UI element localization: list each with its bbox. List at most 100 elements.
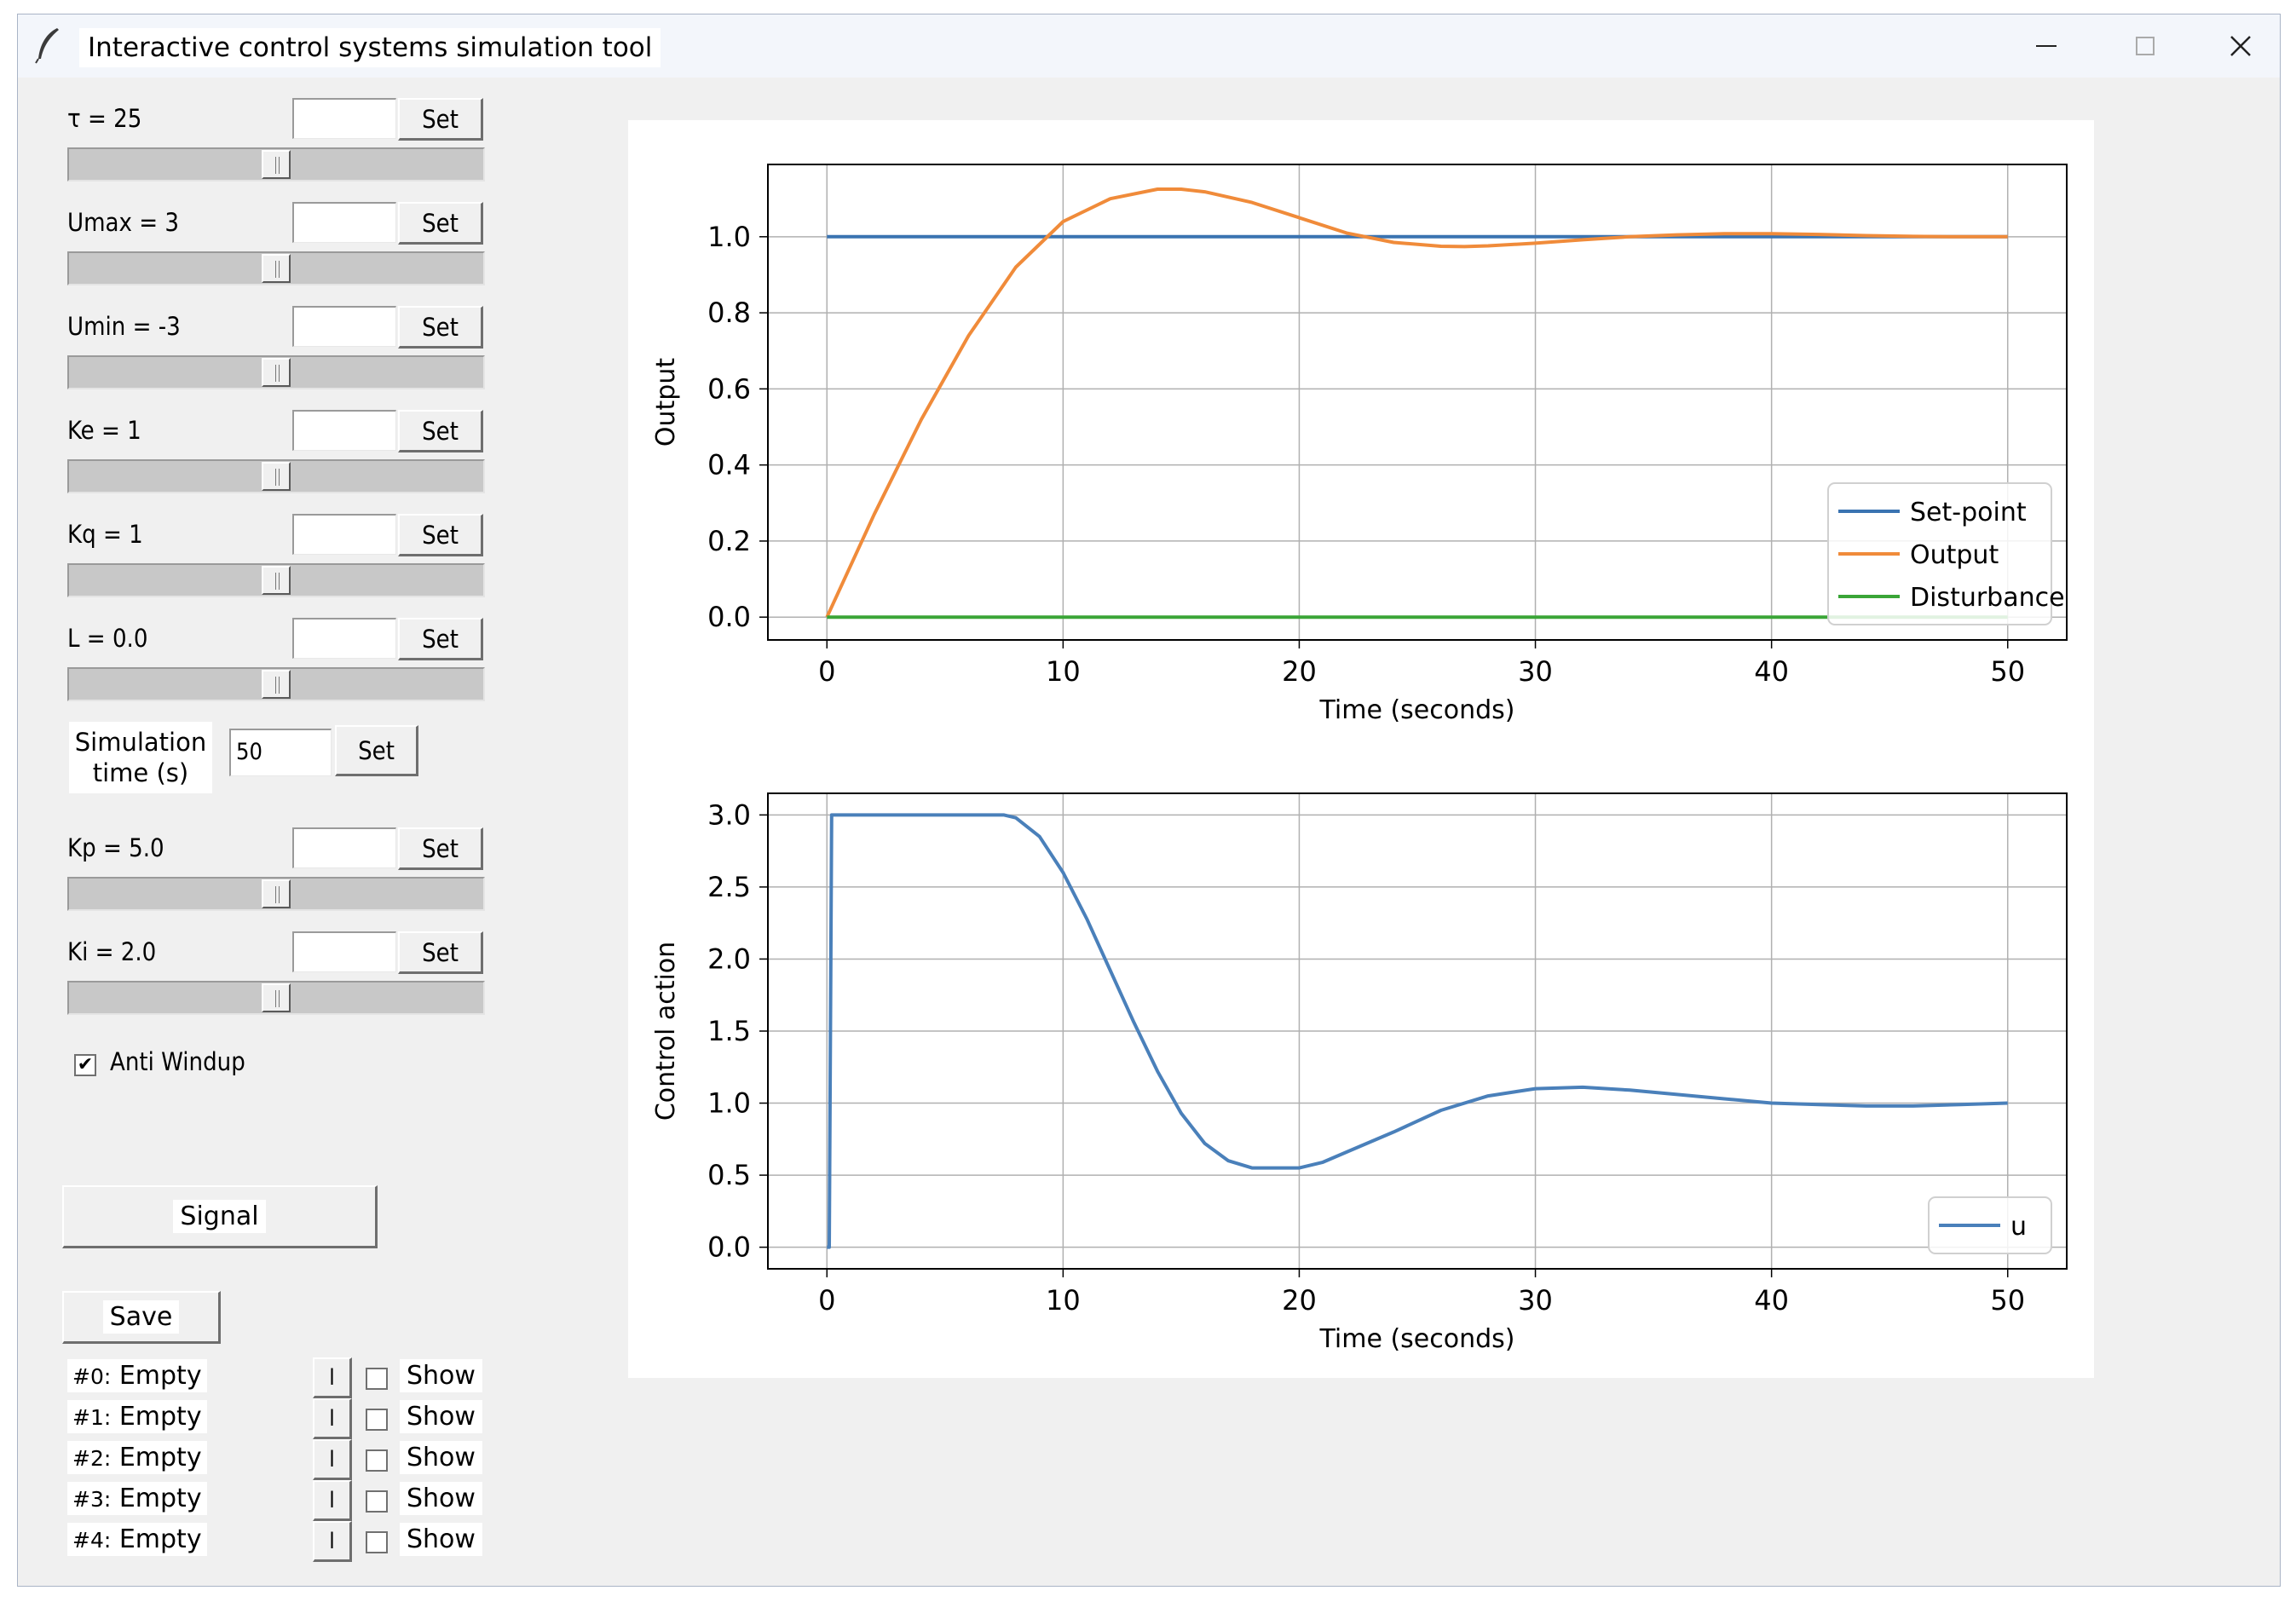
y-tick-label: 0.5 [707, 1159, 751, 1191]
slider-kq[interactable] [67, 563, 485, 597]
x-tick-label: 30 [1518, 655, 1553, 688]
slider-ke[interactable] [67, 459, 485, 493]
param-entry-tau[interactable] [292, 98, 396, 139]
x-axis-label: Time (seconds) [1319, 1324, 1515, 1354]
slider-l[interactable] [67, 667, 485, 701]
slot-show-checkbox[interactable] [366, 1490, 388, 1513]
x-tick-label: 0 [818, 1284, 835, 1317]
close-button[interactable] [2207, 23, 2275, 69]
slot-label: #2: Empty [67, 1441, 207, 1474]
signal-button-label: Signal [173, 1200, 266, 1233]
x-tick-label: 20 [1282, 1284, 1317, 1317]
y-axis-label: Control action [651, 942, 681, 1121]
param-entry-kq[interactable] [292, 514, 396, 555]
param-entry-umin[interactable] [292, 306, 396, 347]
param-label-umax: Umax = 3 [67, 208, 179, 237]
param-label-ki: Ki = 2.0 [67, 937, 157, 966]
y-tick-label: 1.0 [707, 221, 751, 253]
slot-load-button[interactable]: l [313, 1357, 352, 1398]
param-entry-ki[interactable] [292, 931, 396, 972]
slider-thumb[interactable] [262, 358, 291, 387]
slider-thumb[interactable] [262, 879, 291, 908]
x-tick-label: 50 [1990, 655, 2025, 688]
slider-thumb[interactable] [262, 670, 291, 699]
feather-icon [35, 28, 59, 64]
slot-load-button[interactable]: l [313, 1398, 352, 1439]
y-tick-label: 0.6 [707, 372, 751, 405]
set-button-kq[interactable]: Set [398, 514, 483, 556]
slot-value: Empty [118, 1524, 202, 1554]
legend-label: Set-point [1910, 498, 2027, 527]
simulation-time-label: Simulation time (s) [69, 722, 212, 793]
slot-show-label: Show [400, 1523, 482, 1556]
slider-ki[interactable] [67, 981, 485, 1015]
close-icon [2230, 36, 2251, 56]
maximize-button[interactable] [2111, 23, 2179, 69]
slot-label: #4: Empty [67, 1523, 207, 1556]
y-tick-label: 2.5 [707, 871, 751, 903]
set-button-kp[interactable]: Set [398, 827, 483, 870]
maximize-icon [2136, 37, 2155, 55]
slot-load-button[interactable]: l [313, 1521, 352, 1562]
param-entry-kp[interactable] [292, 827, 396, 868]
slider-umin[interactable] [67, 355, 485, 389]
param-entry-l[interactable] [292, 618, 396, 659]
slot-label: #0: Empty [67, 1359, 207, 1392]
x-tick-label: 40 [1754, 1284, 1789, 1317]
slot-show-label: Show [400, 1441, 482, 1474]
legend-label: Output [1910, 540, 1999, 570]
x-tick-label: 10 [1046, 655, 1081, 688]
slot-load-button[interactable]: l [313, 1439, 352, 1480]
slot-show-checkbox[interactable] [366, 1409, 388, 1431]
slider-thumb[interactable] [262, 254, 291, 283]
slider-thumb[interactable] [262, 150, 291, 179]
param-label-l: L = 0.0 [67, 624, 148, 653]
minimize-button[interactable] [2012, 23, 2080, 69]
x-tick-label: 50 [1990, 1284, 2025, 1317]
slider-thumb[interactable] [262, 566, 291, 595]
set-button-umax[interactable]: Set [398, 202, 483, 245]
param-entry-umax[interactable] [292, 202, 396, 243]
slot-load-button[interactable]: l [313, 1480, 352, 1521]
plots-svg: 0 10 20 30 40 50 0.0 0.2 0.4 0.6 0.8 1.0 Time (secon… [651, 164, 2068, 1354]
set-button-simulation-time[interactable]: Set [335, 725, 418, 776]
y-tick-label: 0.2 [707, 525, 751, 557]
slot-value: Empty [118, 1402, 202, 1432]
slider-umax[interactable] [67, 251, 485, 285]
set-button-ke[interactable]: Set [398, 410, 483, 452]
simulation-time-input[interactable]: 50 [229, 729, 332, 776]
title-bar[interactable]: Interactive control systems simulation t… [18, 14, 2280, 78]
slot-label: #3: Empty [67, 1482, 207, 1515]
slider-tau[interactable] [67, 147, 485, 182]
y-tick-label: 0.0 [707, 1231, 751, 1264]
param-entry-ke[interactable] [292, 410, 396, 451]
minimize-icon [2036, 45, 2057, 47]
slot-show-label: Show [400, 1359, 482, 1392]
set-button-l[interactable]: Set [398, 618, 483, 660]
x-tick-label: 30 [1518, 1284, 1553, 1317]
set-button-umin[interactable]: Set [398, 306, 483, 349]
app-window: Interactive control systems simulation t… [17, 14, 2281, 1587]
set-button-ki[interactable]: Set [398, 931, 483, 974]
y-tick-label: 0.4 [707, 449, 751, 481]
x-axis-label: Time (seconds) [1319, 695, 1515, 725]
save-button[interactable]: Save [62, 1291, 221, 1344]
slot-show-label: Show [400, 1482, 482, 1515]
slot-show-checkbox[interactable] [366, 1368, 388, 1390]
slot-show-checkbox[interactable] [366, 1531, 388, 1553]
y-axis-label: Output [651, 358, 681, 447]
set-button-tau[interactable]: Set [398, 98, 483, 141]
slider-thumb[interactable] [262, 462, 291, 491]
x-tick-label: 10 [1046, 1284, 1081, 1317]
signal-button[interactable]: Signal [62, 1185, 378, 1248]
anti-windup-checkbox[interactable]: ✔ [74, 1054, 96, 1076]
slot-label: #1: Empty [67, 1400, 207, 1433]
slider-thumb[interactable] [262, 983, 291, 1012]
slot-id: #3: [72, 1487, 112, 1512]
slot-show-checkbox[interactable] [366, 1449, 388, 1472]
y-tick-label: 1.0 [707, 1087, 751, 1120]
slider-kp[interactable] [67, 877, 485, 911]
y-tick-label: 0.8 [707, 297, 751, 329]
slot-id: #0: [72, 1364, 112, 1389]
anti-windup-label: Anti Windup [110, 1047, 245, 1076]
